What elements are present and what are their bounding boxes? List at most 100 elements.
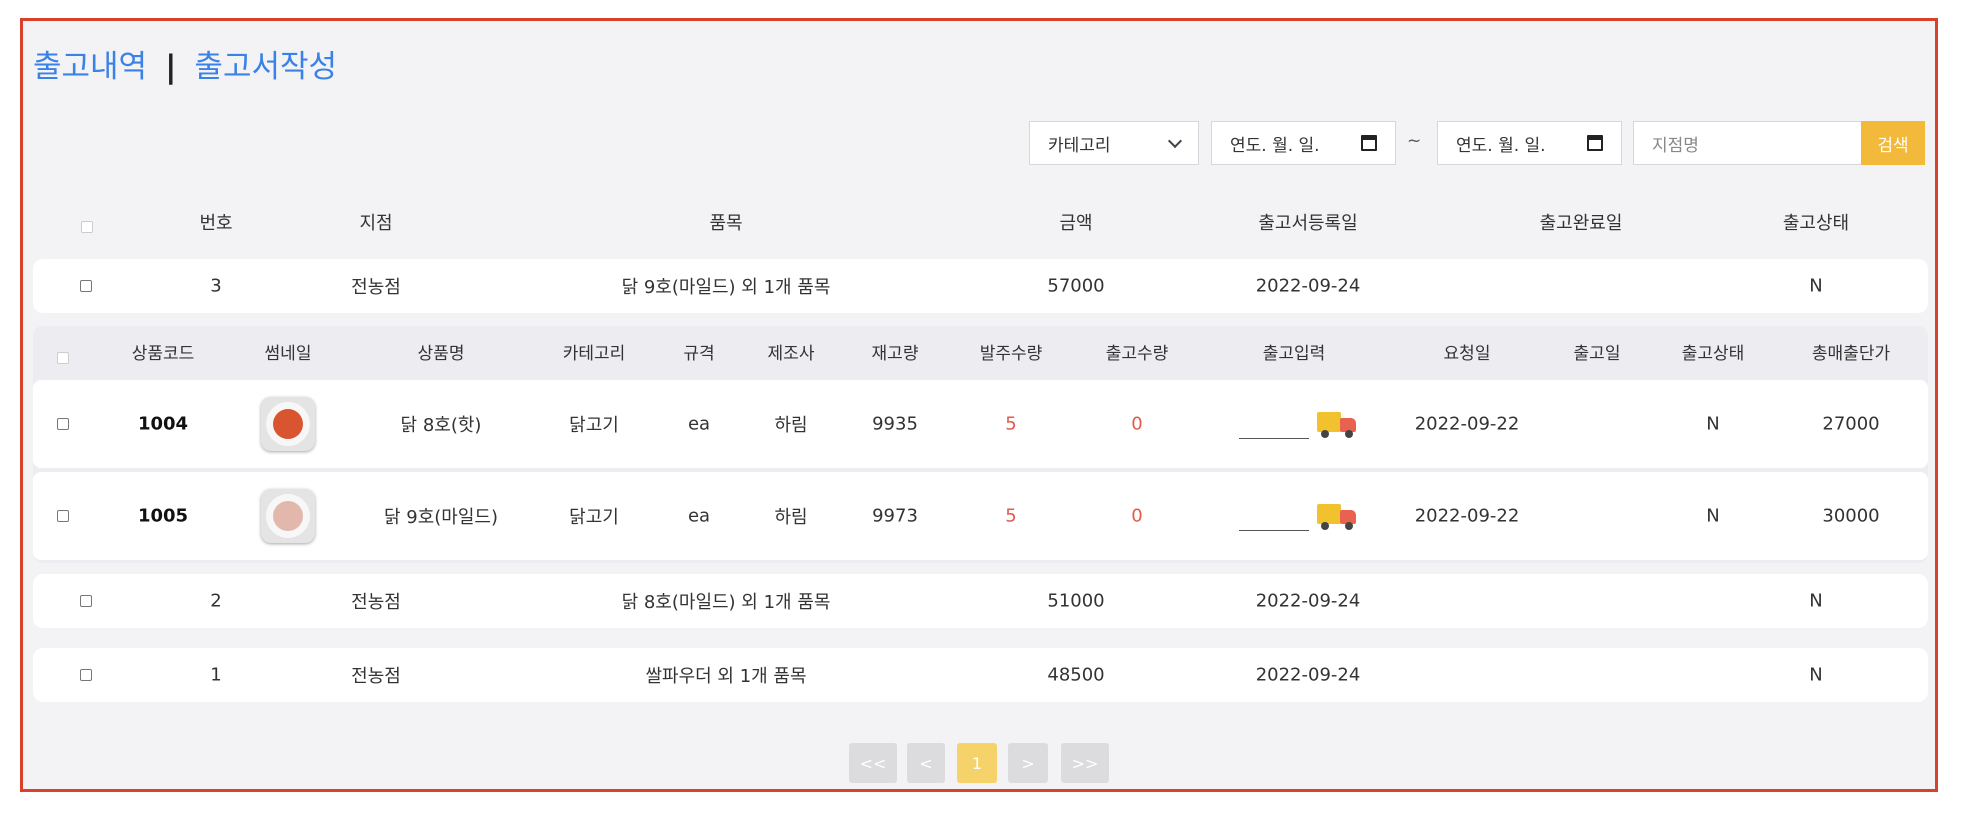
- detail-status: N: [1706, 505, 1720, 527]
- row-items: 쌀파우더 외 1개 품목: [645, 666, 807, 687]
- detail-header-spec: 규격: [683, 344, 715, 364]
- row-status: N: [1809, 590, 1823, 612]
- detail-header-req-date: 요청일: [1443, 344, 1491, 364]
- row-status: N: [1809, 664, 1823, 686]
- date-end-input[interactable]: 연도. 월. 일.: [1437, 121, 1622, 165]
- branch-search-input[interactable]: 지점명: [1633, 121, 1863, 165]
- detail-category: 닭고기: [569, 415, 619, 436]
- calendar-icon[interactable]: [1361, 135, 1377, 151]
- detail-row[interactable]: 1004 닭 8호(핫) 닭고기 ea 하림 9935 5 0 2022-09-…: [33, 380, 1928, 468]
- column-header-reg-date: 출고서등록일: [1258, 213, 1358, 234]
- detail-maker: 하림: [774, 507, 808, 528]
- ship-qty-input[interactable]: [1239, 516, 1309, 531]
- column-header-amount: 금액: [1059, 213, 1093, 234]
- detail-stock: 9935: [872, 413, 918, 435]
- date-start-value: 연도. 월. 일.: [1230, 135, 1320, 156]
- row-no: 3: [210, 275, 222, 297]
- search-button[interactable]: 검색: [1861, 121, 1925, 165]
- row-checkbox[interactable]: [80, 595, 92, 607]
- detail-header-maker: 제조사: [767, 344, 815, 364]
- calendar-icon[interactable]: [1587, 135, 1603, 151]
- delivery-truck-icon[interactable]: [1317, 409, 1357, 439]
- detail-spec: ea: [687, 505, 711, 527]
- detail-header-code: 상품코드: [131, 344, 195, 364]
- detail-order-qty: 5: [1005, 505, 1017, 527]
- detail-header-ship-input: 출고입력: [1262, 344, 1326, 364]
- product-thumbnail[interactable]: [261, 397, 315, 451]
- detail-header-status: 출고상태: [1681, 344, 1745, 364]
- tab-shipment-history[interactable]: 출고내역: [33, 49, 147, 85]
- detail-order-qty: 5: [1005, 413, 1017, 435]
- product-thumbnail[interactable]: [261, 489, 315, 543]
- shipment-panel: 출고내역 | 출고서작성 카테고리 연도. 월. 일. ~ 연도. 월. 일. 지점…: [20, 18, 1938, 792]
- detail-req-date: 2022-09-22: [1414, 505, 1520, 527]
- table-row[interactable]: 2 전농점 닭 8호(마일드) 외 1개 품목 51000 2022-09-24…: [33, 574, 1928, 628]
- delivery-truck-icon[interactable]: [1317, 501, 1357, 531]
- detail-name: 닭 8호(핫): [400, 415, 482, 436]
- detail-spec: ea: [687, 413, 711, 435]
- date-range-tilde: ~: [1407, 131, 1422, 151]
- date-start-input[interactable]: 연도. 월. 일.: [1211, 121, 1396, 165]
- row-reg-date: 2022-09-24: [1255, 664, 1361, 686]
- ship-input-group: [1239, 409, 1357, 439]
- row-items: 닭 8호(마일드) 외 1개 품목: [621, 592, 831, 613]
- detail-row[interactable]: 1005 닭 9호(마일드) 닭고기 ea 하림 9973 5 0 2022-0…: [33, 472, 1928, 560]
- column-header-no: 번호: [199, 213, 233, 234]
- detail-header-ship-date: 출고일: [1573, 344, 1621, 364]
- detail-header-total: 총매출단가: [1811, 344, 1891, 364]
- detail-header-thumbnail: 썸네일: [264, 344, 312, 364]
- date-end-value: 연도. 월. 일.: [1456, 135, 1546, 156]
- detail-maker: 하림: [774, 415, 808, 436]
- row-reg-date: 2022-09-24: [1255, 275, 1361, 297]
- select-all-checkbox[interactable]: [81, 221, 93, 233]
- detail-header-name: 상품명: [417, 344, 465, 364]
- column-header-done-date: 출고완료일: [1539, 213, 1623, 234]
- category-select-value: 카테고리: [1048, 135, 1111, 156]
- detail-total: 30000: [1822, 505, 1880, 527]
- row-amount: 48500: [1047, 664, 1105, 686]
- detail-row-checkbox[interactable]: [57, 418, 69, 430]
- row-checkbox[interactable]: [80, 280, 92, 292]
- detail-row-checkbox[interactable]: [57, 510, 69, 522]
- chevron-down-icon: [1167, 133, 1183, 148]
- detail-header-category: 카테고리: [562, 344, 626, 364]
- detail-ship-qty: 0: [1131, 505, 1143, 527]
- detail-code: 1004: [137, 413, 189, 435]
- detail-header-ship-qty: 출고수량: [1105, 344, 1169, 364]
- column-header-branch: 지점: [359, 213, 393, 234]
- page-header: 출고내역 | 출고서작성: [33, 41, 337, 86]
- detail-name: 닭 9호(마일드): [383, 507, 499, 528]
- pagination-prev[interactable]: <: [907, 743, 945, 783]
- pagination-last[interactable]: >>: [1061, 743, 1109, 783]
- pagination-next[interactable]: >: [1008, 743, 1048, 783]
- category-select[interactable]: 카테고리: [1029, 121, 1199, 165]
- ship-qty-input[interactable]: [1239, 424, 1309, 439]
- tab-shipment-write[interactable]: 출고서작성: [194, 49, 337, 85]
- detail-stock: 9973: [872, 505, 918, 527]
- row-status: N: [1809, 275, 1823, 297]
- row-reg-date: 2022-09-24: [1255, 590, 1361, 612]
- ship-input-group: [1239, 501, 1357, 531]
- detail-ship-qty: 0: [1131, 413, 1143, 435]
- branch-search-placeholder: 지점명: [1652, 135, 1699, 156]
- pagination-first[interactable]: <<: [849, 743, 897, 783]
- detail-code: 1005: [137, 505, 189, 527]
- row-items: 닭 9호(마일드) 외 1개 품목: [621, 277, 831, 298]
- row-amount: 51000: [1047, 590, 1105, 612]
- header-separator: |: [165, 49, 177, 85]
- detail-header-stock: 재고량: [871, 344, 919, 364]
- table-row[interactable]: 3 전농점 닭 9호(마일드) 외 1개 품목 57000 2022-09-24…: [33, 259, 1928, 313]
- row-branch: 전농점: [351, 666, 401, 687]
- table-row[interactable]: 1 전농점 쌀파우더 외 1개 품목 48500 2022-09-24 N: [33, 648, 1928, 702]
- detail-category: 닭고기: [569, 507, 619, 528]
- column-header-status: 출고상태: [1782, 213, 1850, 234]
- detail-req-date: 2022-09-22: [1414, 413, 1520, 435]
- row-checkbox[interactable]: [80, 669, 92, 681]
- row-branch: 전농점: [351, 277, 401, 298]
- detail-select-all-checkbox[interactable]: [57, 352, 69, 364]
- detail-header-order-qty: 발주수량: [979, 344, 1043, 364]
- detail-status: N: [1706, 413, 1720, 435]
- detail-total: 27000: [1822, 413, 1880, 435]
- row-no: 2: [210, 590, 222, 612]
- pagination-page-1[interactable]: 1: [957, 743, 997, 783]
